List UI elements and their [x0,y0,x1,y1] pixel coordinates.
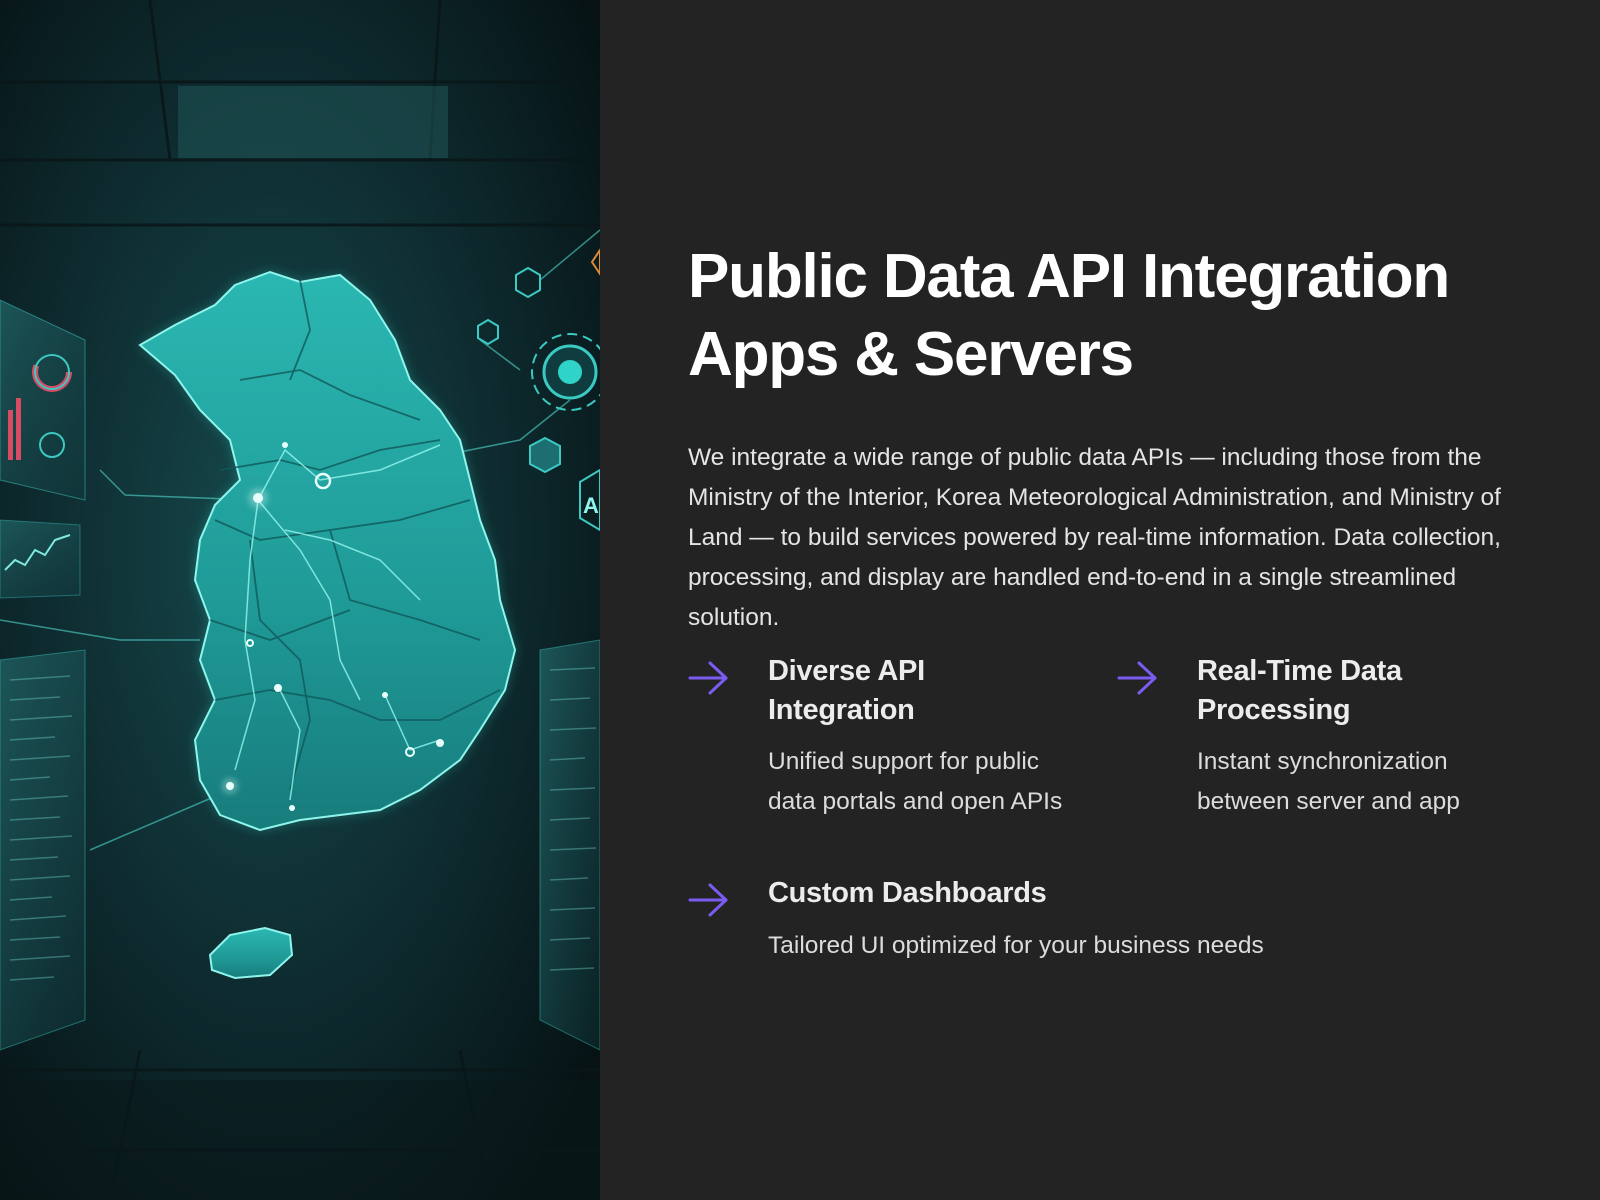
arrow-right-icon [688,661,728,695]
feature-description: Tailored UI optimized for your business … [768,932,1264,959]
content-section: Public Data API Integration Apps & Serve… [688,238,1528,638]
page: AI Public Data API Integration Apps & Se… [0,0,1600,1200]
korea-map-illustration: AI [0,0,600,1200]
feature-title: Real-Time Data Processing [1197,655,1402,726]
feature-custom-dashboards: Custom Dashboards Tailored UI optimized … [688,874,1528,974]
page-title-line-2: Apps & Servers [688,320,1134,389]
page-title-line-1: Public Data API Integration [688,242,1450,311]
arrow-right-icon [688,883,728,917]
feature-description: Instant synchronization between server a… [1197,748,1460,815]
ai-badge-text: AI [583,493,600,518]
right-data-panel [539,639,600,1051]
feature-title: Custom Dashboards [768,877,1047,909]
feature-diverse-api-integration: Diverse API Integration Unified support … [688,652,1088,822]
feature-description: Unified support for public data portals … [768,748,1063,815]
arrow-right-icon [1117,661,1157,695]
page-title: Public Data API Integration Apps & Serve… [688,238,1528,394]
intro-paragraph: We integrate a wide range of public data… [688,444,1501,631]
hero-image: AI [0,0,600,1200]
feature-real-time-data-processing: Real-Time Data Processing Instant synchr… [1117,652,1537,822]
feature-title: Diverse API Integration [768,655,925,726]
